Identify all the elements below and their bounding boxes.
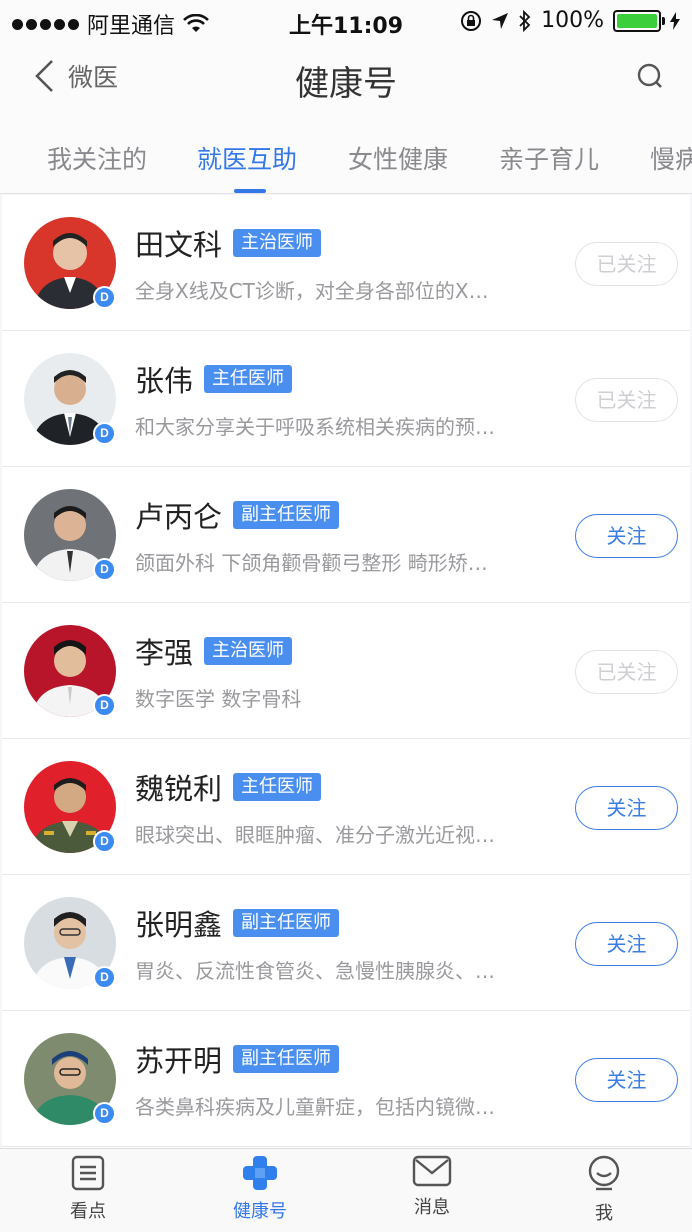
verified-badge-icon: D [93,286,116,309]
battery-icon [613,9,665,32]
verified-badge-icon: D [93,1102,116,1125]
doctor-row[interactable]: D 张明鑫 副主任医师 胃炎、反流性食管炎、急慢性胰腺炎、… 关注 [2,875,690,1011]
tab-following[interactable]: 我关注的 [47,140,147,176]
bottom-tab-messages[interactable]: 消息 [372,1155,492,1219]
verified-badge-icon: D [93,422,116,445]
verified-badge-icon: D [93,966,116,989]
doctor-row[interactable]: D 田文科 主治医师 全身X线及CT诊断，对全身各部位的X… 已关注 [2,195,690,331]
follow-button[interactable]: 关注 [575,922,678,966]
rank-badge: 主任医师 [233,773,322,801]
category-tabs: 我关注的 就医互助 女性健康 亲子育儿 慢病 [0,120,692,194]
doctor-name: 田文科 [135,228,223,262]
search-icon [637,63,662,88]
doctor-description: 全身X线及CT诊断，对全身各部位的X… [135,279,489,303]
bottom-tab-label: 健康号 [233,1201,287,1222]
tab-parenting[interactable]: 亲子育儿 [499,140,599,176]
charging-icon [670,11,680,30]
rank-badge: 副主任医师 [233,501,340,529]
doctor-description: 眼球突出、眼眶肿瘤、准分子激光近视… [135,823,495,847]
doctor-row[interactable]: D 李强 主治医师 数字医学 数字骨科 已关注 [2,603,690,739]
follow-button[interactable]: 关注 [575,1058,678,1102]
doctor-name: 魏锐利 [135,772,223,806]
follow-button[interactable]: 关注 [575,786,678,830]
doctor-description: 各类鼻科疾病及儿童鼾症，包括内镜微… [135,1095,495,1119]
rank-badge: 副主任医师 [233,1045,340,1073]
location-icon [492,12,509,29]
health-cross-icon [243,1156,277,1190]
bottom-tab-label: 消息 [414,1197,450,1218]
bottom-tab-me[interactable]: 我 [544,1155,664,1225]
profile-icon [588,1155,620,1191]
follow-button[interactable]: 已关注 [575,378,678,422]
follow-button[interactable]: 关注 [575,514,678,558]
bluetooth-icon [519,9,531,32]
doctor-name: 李强 [135,636,194,670]
follow-button[interactable]: 已关注 [575,650,678,694]
doctor-description: 颌面外科 下颌角颧骨颧弓整形 畸形矫… [135,551,488,575]
doctor-row[interactable]: D 卢丙仑 副主任医师 颌面外科 下颌角颧骨颧弓整形 畸形矫… 关注 [2,467,690,603]
battery-percent: 100% [541,8,604,33]
tab-women-health[interactable]: 女性健康 [348,140,448,176]
doctor-row[interactable]: D 魏锐利 主任医师 眼球突出、眼眶肿瘤、准分子激光近视… 关注 [2,739,690,875]
rank-badge: 主治医师 [204,637,293,665]
active-tab-indicator [234,189,266,193]
bottom-tab-health[interactable]: 健康号 [200,1155,320,1223]
doctor-name: 张伟 [135,364,194,398]
bottom-tab-label: 看点 [70,1201,106,1222]
doctor-name: 卢丙仑 [135,500,223,534]
bottom-tab-label: 我 [595,1203,613,1224]
doctor-description: 数字医学 数字骨科 [135,687,302,711]
doctor-name: 张明鑫 [135,908,223,942]
rank-badge: 副主任医师 [233,909,340,937]
nav-bar: 微医 健康号 [0,44,692,120]
verified-badge-icon: D [93,558,116,581]
status-bar: 阿里通信 上午11:09 100% [0,0,692,44]
rank-badge: 主治医师 [233,229,322,257]
search-button[interactable] [636,62,666,96]
rotation-lock-icon [461,10,482,31]
bottom-tab-news[interactable]: 看点 [28,1155,148,1223]
doctor-list: D 田文科 主治医师 全身X线及CT诊断，对全身各部位的X… 已关注 D 张伟 … [2,195,690,1148]
bottom-tab-bar: 看点 健康号 消息 我 [0,1148,692,1232]
rank-badge: 主任医师 [204,365,293,393]
doctor-description: 和大家分享关于呼吸系统相关疾病的预… [135,415,495,439]
page-title: 健康号 [295,64,397,104]
follow-button[interactable]: 已关注 [575,242,678,286]
verified-badge-icon: D [93,694,116,717]
doctor-description: 胃炎、反流性食管炎、急慢性胰腺炎、… [135,959,495,983]
tab-medical-help[interactable]: 就医互助 [197,140,297,176]
doctor-name: 苏开明 [135,1044,223,1078]
news-icon [71,1155,105,1191]
mail-icon [412,1155,452,1187]
doctor-row[interactable]: D 苏开明 副主任医师 各类鼻科疾病及儿童鼾症，包括内镜微… 关注 [2,1011,690,1147]
doctor-row[interactable]: D 张伟 主任医师 和大家分享关于呼吸系统相关疾病的预… 已关注 [2,331,690,467]
tab-chronic[interactable]: 慢病 [650,140,692,176]
verified-badge-icon: D [93,830,116,853]
